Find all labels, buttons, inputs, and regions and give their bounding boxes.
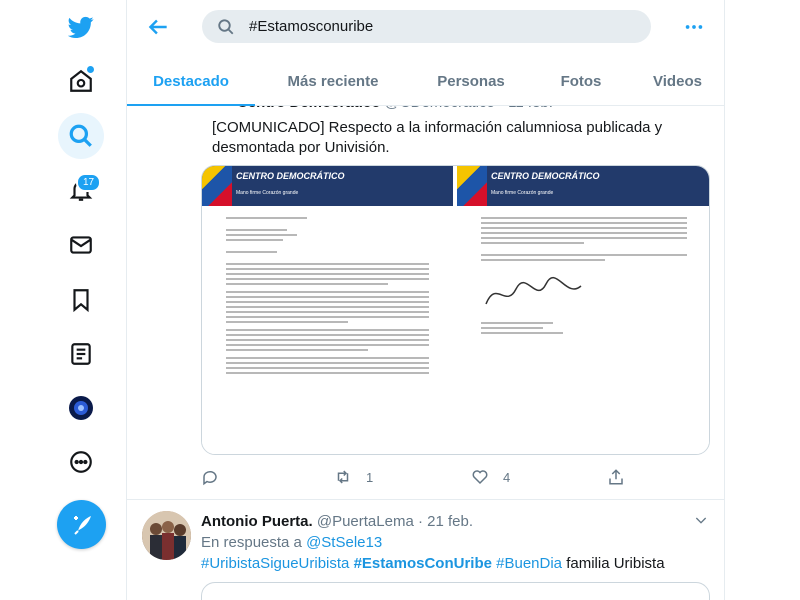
notifications-badge: 17: [76, 173, 102, 192]
messages-mail-icon[interactable]: [58, 222, 104, 268]
retweet-icon: [337, 470, 349, 484]
tab-destacado[interactable]: Destacado: [127, 56, 255, 106]
communique-page-1-image[interactable]: CENTRO DEMOCRÁTICO Mano firme Corazón gr…: [202, 166, 455, 454]
tweet-text: [COMUNICADO] Respecto a la información c…: [212, 119, 663, 156]
reply-to-link[interactable]: @StSele13: [306, 534, 382, 551]
hashtag-link[interactable]: #UribistaSigueUribista: [201, 555, 349, 572]
hashtag-link[interactable]: #BuenDia: [496, 555, 562, 572]
share-icon: [609, 469, 623, 485]
sidebar-nav: 17: [0, 0, 126, 600]
tweet-text: #UribistaSigueUribista #EstamosConUribe …: [201, 555, 665, 572]
feather-plus-icon: [73, 515, 91, 535]
letterhead-banner: CENTRO DEMOCRÁTICO Mano firme Corazón gr…: [202, 166, 453, 206]
search-tabs: Destacado Más reciente Personas Fotos Vi…: [127, 56, 724, 106]
letterhead-slogan: Mano firme Corazón grande: [491, 190, 554, 196]
search-icon: [218, 18, 234, 34]
reply-icon: [203, 470, 217, 486]
letterhead-banner: CENTRO DEMOCRÁTICO Mano firme Corazón gr…: [457, 166, 709, 206]
tweet-header: Antonio Puerta. @PuertaLema · 21 feb.: [201, 513, 473, 530]
tab-fotos[interactable]: Fotos: [531, 56, 631, 106]
hashtag-link[interactable]: #EstamosConUribe: [354, 555, 492, 572]
letterhead-brand: CENTRO DEMOCRÁTICO: [491, 171, 600, 181]
search-input[interactable]: [249, 18, 629, 35]
tab-mas-reciente[interactable]: Más reciente: [255, 56, 411, 106]
retweet-count: 1: [366, 469, 374, 485]
home-unread-dot: [87, 66, 94, 73]
tweet-media-images[interactable]: CENTRO DEMOCRÁTICO Mano firme Corazón gr…: [201, 165, 710, 455]
tweet[interactable]: Antonio Puerta. @PuertaLema · 21 feb. En…: [127, 501, 724, 600]
more-dots-icon[interactable]: [683, 16, 705, 38]
letterhead-slogan: Mano firme Corazón grande: [236, 190, 299, 196]
group-photo-icon: [142, 511, 191, 560]
tweet[interactable]: Centro Democrático @CDemocratico · 11 fe…: [127, 90, 724, 500]
reply-context: En respuesta a @StSele13: [201, 534, 383, 551]
heart-icon: [472, 470, 488, 485]
profile-avatar[interactable]: [58, 385, 104, 431]
compose-tweet-button[interactable]: [57, 500, 106, 549]
tweet-date[interactable]: · 21 feb.: [418, 513, 473, 530]
signature-icon: [485, 276, 582, 305]
share-button[interactable]: [607, 468, 639, 486]
search-box[interactable]: [202, 10, 651, 43]
document-text-lines: [457, 206, 709, 345]
back-arrow-icon[interactable]: [145, 14, 171, 40]
letterhead-brand: CENTRO DEMOCRÁTICO: [236, 171, 345, 181]
tweet-author-handle[interactable]: @PuertaLema: [317, 513, 414, 530]
search-results-column: Centro Democrático @CDemocratico · 11 fe…: [126, 0, 725, 600]
like-count: 4: [503, 469, 511, 485]
user-avatar[interactable]: [142, 511, 191, 560]
bookmarks-icon[interactable]: [58, 277, 104, 323]
lists-icon[interactable]: [58, 331, 104, 377]
twitter-logo-icon[interactable]: [58, 4, 104, 50]
tweet-author-name[interactable]: Antonio Puerta.: [201, 513, 313, 530]
tweet-media-card[interactable]: [201, 582, 710, 600]
tab-personas[interactable]: Personas: [411, 56, 531, 106]
tweet-actions: 1 4: [201, 468, 701, 492]
like-button[interactable]: 4: [471, 468, 510, 486]
reply-button[interactable]: [201, 468, 233, 486]
more-options-circle-icon[interactable]: [58, 439, 104, 485]
communique-page-2-image[interactable]: CENTRO DEMOCRÁTICO Mano firme Corazón gr…: [457, 166, 709, 454]
flag-stripe-icon: [457, 166, 487, 206]
explore-search-icon[interactable]: [58, 113, 104, 159]
flag-stripe-icon: [202, 166, 232, 206]
tab-videos[interactable]: Videos: [631, 56, 724, 106]
home-icon[interactable]: [58, 58, 104, 104]
search-header: Destacado Más reciente Personas Fotos Vi…: [127, 0, 724, 106]
retweet-button[interactable]: 1: [334, 468, 373, 486]
chevron-down-icon[interactable]: [693, 512, 709, 528]
document-text-lines: [202, 206, 453, 385]
